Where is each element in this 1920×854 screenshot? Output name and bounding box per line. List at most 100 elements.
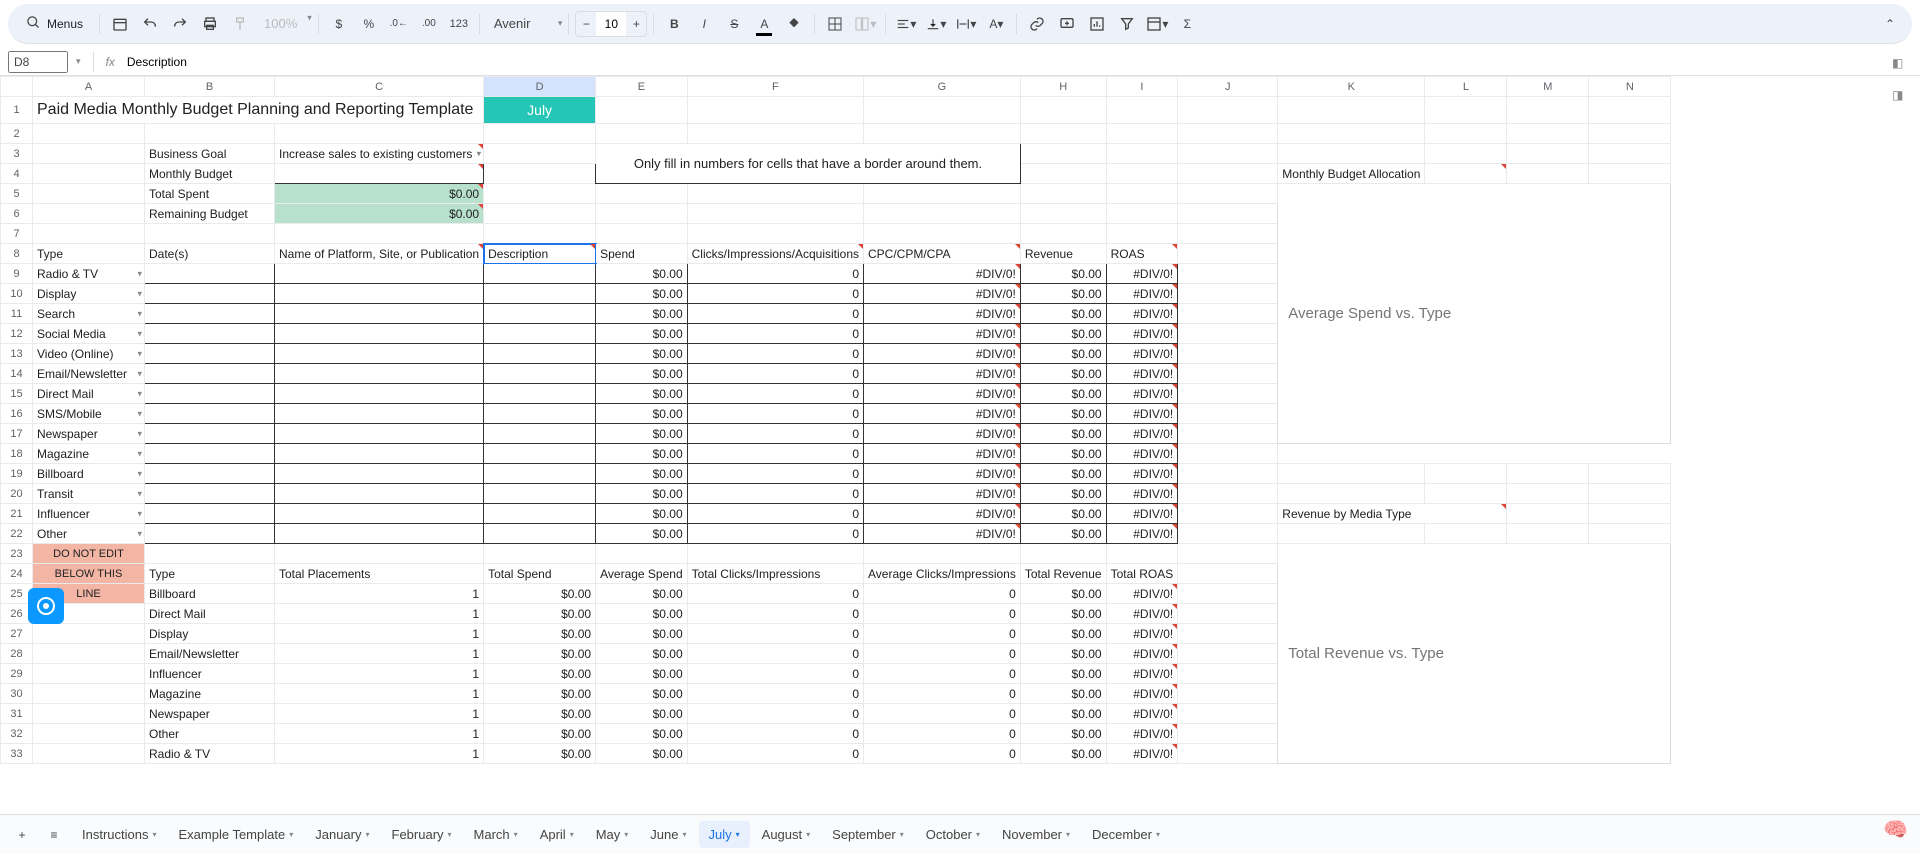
header-clicks[interactable]: Clicks/Impressions/Acquisitions bbox=[687, 244, 863, 264]
cell[interactable] bbox=[1178, 324, 1278, 344]
sum-tclicks[interactable]: 0 bbox=[687, 584, 863, 604]
cpc-cell[interactable]: #DIV/0! bbox=[864, 324, 1021, 344]
dates-cell[interactable] bbox=[145, 284, 275, 304]
dates-cell[interactable] bbox=[145, 324, 275, 344]
header-revenue[interactable]: Revenue bbox=[1020, 244, 1106, 264]
wrap-button[interactable]: ▾ bbox=[952, 10, 980, 38]
cell[interactable] bbox=[1178, 424, 1278, 444]
valign-button[interactable]: ▾ bbox=[922, 10, 950, 38]
cell[interactable] bbox=[1178, 164, 1278, 184]
clicks-cell[interactable]: 0 bbox=[687, 504, 863, 524]
spend-cell[interactable]: $0.00 bbox=[596, 304, 688, 324]
dates-cell[interactable] bbox=[145, 384, 275, 404]
cell[interactable] bbox=[1178, 344, 1278, 364]
cell[interactable] bbox=[596, 544, 688, 564]
paint-format-button[interactable] bbox=[226, 10, 254, 38]
clicks-cell[interactable]: 0 bbox=[687, 384, 863, 404]
spend-cell[interactable]: $0.00 bbox=[596, 504, 688, 524]
cell[interactable] bbox=[1178, 97, 1278, 124]
cell[interactable] bbox=[33, 624, 145, 644]
filter-button[interactable] bbox=[1113, 10, 1141, 38]
cell[interactable] bbox=[33, 204, 145, 224]
chevron-down-icon[interactable]: ▾ bbox=[448, 830, 452, 839]
cpc-cell[interactable]: #DIV/0! bbox=[864, 404, 1021, 424]
row-header-12[interactable]: 12 bbox=[1, 324, 33, 344]
cell[interactable] bbox=[33, 124, 145, 144]
remaining-budget-value[interactable]: $0.00 bbox=[275, 204, 484, 224]
cell[interactable] bbox=[1425, 524, 1507, 544]
sum-aspend[interactable]: $0.00 bbox=[596, 684, 688, 704]
sum-aclicks[interactable]: 0 bbox=[864, 584, 1021, 604]
description-cell[interactable] bbox=[484, 404, 596, 424]
dates-cell[interactable] bbox=[145, 304, 275, 324]
cell[interactable] bbox=[596, 204, 688, 224]
sum-trev[interactable]: $0.00 bbox=[1020, 724, 1106, 744]
spend-cell[interactable]: $0.00 bbox=[596, 444, 688, 464]
title-cell[interactable]: Paid Media Monthly Budget Planning and R… bbox=[33, 97, 484, 124]
cell[interactable] bbox=[596, 124, 688, 144]
sum-type[interactable]: Email/Newsletter bbox=[145, 644, 275, 664]
cpc-cell[interactable]: #DIV/0! bbox=[864, 304, 1021, 324]
table-view-button[interactable]: ▾ bbox=[1143, 10, 1171, 38]
corner-cell[interactable] bbox=[1, 77, 33, 97]
description-cell[interactable] bbox=[484, 304, 596, 324]
chevron-down-icon[interactable]: ▾ bbox=[137, 328, 142, 339]
cell[interactable] bbox=[1178, 664, 1278, 684]
cell[interactable] bbox=[1106, 124, 1178, 144]
row-header-23[interactable]: 23 bbox=[1, 544, 33, 564]
collapse-toolbar-button[interactable]: ⌃ bbox=[1876, 10, 1904, 38]
sum-troas[interactable]: #DIV/0! bbox=[1106, 744, 1178, 764]
sheet-tab-december[interactable]: December▾ bbox=[1082, 821, 1170, 848]
type-cell[interactable]: Email/Newsletter▾ bbox=[33, 364, 145, 384]
cell[interactable] bbox=[145, 124, 275, 144]
row-header-9[interactable]: 9 bbox=[1, 264, 33, 284]
clicks-cell[interactable]: 0 bbox=[687, 444, 863, 464]
cell[interactable] bbox=[1425, 124, 1507, 144]
increase-font-button[interactable]: + bbox=[626, 17, 646, 31]
all-sheets-button[interactable]: ≡ bbox=[40, 821, 68, 849]
sum-troas[interactable]: #DIV/0! bbox=[1106, 584, 1178, 604]
platform-cell[interactable] bbox=[275, 524, 484, 544]
type-cell[interactable]: Social Media▾ bbox=[33, 324, 145, 344]
cell[interactable] bbox=[1278, 144, 1425, 164]
chevron-down-icon[interactable]: ▾ bbox=[365, 830, 369, 839]
spend-cell[interactable]: $0.00 bbox=[596, 284, 688, 304]
sum-troas[interactable]: #DIV/0! bbox=[1106, 664, 1178, 684]
side-panel-icon[interactable]: ◧ bbox=[1892, 56, 1912, 76]
col-header-G[interactable]: G bbox=[864, 77, 1021, 97]
print-button[interactable] bbox=[196, 10, 224, 38]
font-size-input[interactable] bbox=[596, 12, 626, 36]
sum-aspend[interactable]: $0.00 bbox=[596, 644, 688, 664]
sum-aclicks[interactable]: 0 bbox=[864, 624, 1021, 644]
col-header-A[interactable]: A bbox=[33, 77, 145, 97]
clicks-cell[interactable]: 0 bbox=[687, 284, 863, 304]
sum-trev[interactable]: $0.00 bbox=[1020, 604, 1106, 624]
cell[interactable] bbox=[1425, 464, 1507, 484]
cell[interactable] bbox=[33, 164, 145, 184]
cpc-cell[interactable]: #DIV/0! bbox=[864, 444, 1021, 464]
col-header-B[interactable]: B bbox=[145, 77, 275, 97]
cell[interactable] bbox=[1178, 724, 1278, 744]
cell[interactable] bbox=[1178, 144, 1278, 164]
sheet-tab-instructions[interactable]: Instructions▾ bbox=[72, 821, 167, 848]
col-header-J[interactable]: J bbox=[1178, 77, 1278, 97]
header-platform[interactable]: Name of Platform, Site, or Publication bbox=[275, 244, 484, 264]
type-cell[interactable]: Other▾ bbox=[33, 524, 145, 544]
sum-h-tspend[interactable]: Total Spend bbox=[484, 564, 596, 584]
clicks-cell[interactable]: 0 bbox=[687, 424, 863, 444]
sheet-tab-april[interactable]: April▾ bbox=[530, 821, 584, 848]
sum-tspend[interactable]: $0.00 bbox=[484, 644, 596, 664]
col-header-K[interactable]: K bbox=[1278, 77, 1425, 97]
cell[interactable] bbox=[1178, 484, 1278, 504]
row-header-2[interactable]: 2 bbox=[1, 124, 33, 144]
cell[interactable] bbox=[33, 644, 145, 664]
sum-place[interactable]: 1 bbox=[275, 724, 484, 744]
clicks-cell[interactable]: 0 bbox=[687, 404, 863, 424]
cell[interactable] bbox=[1425, 484, 1507, 504]
platform-cell[interactable] bbox=[275, 324, 484, 344]
sum-h-trev[interactable]: Total Revenue bbox=[1020, 564, 1106, 584]
dates-cell[interactable] bbox=[145, 264, 275, 284]
sum-tspend[interactable]: $0.00 bbox=[484, 604, 596, 624]
cell[interactable] bbox=[1106, 97, 1178, 124]
cell[interactable] bbox=[484, 224, 596, 244]
